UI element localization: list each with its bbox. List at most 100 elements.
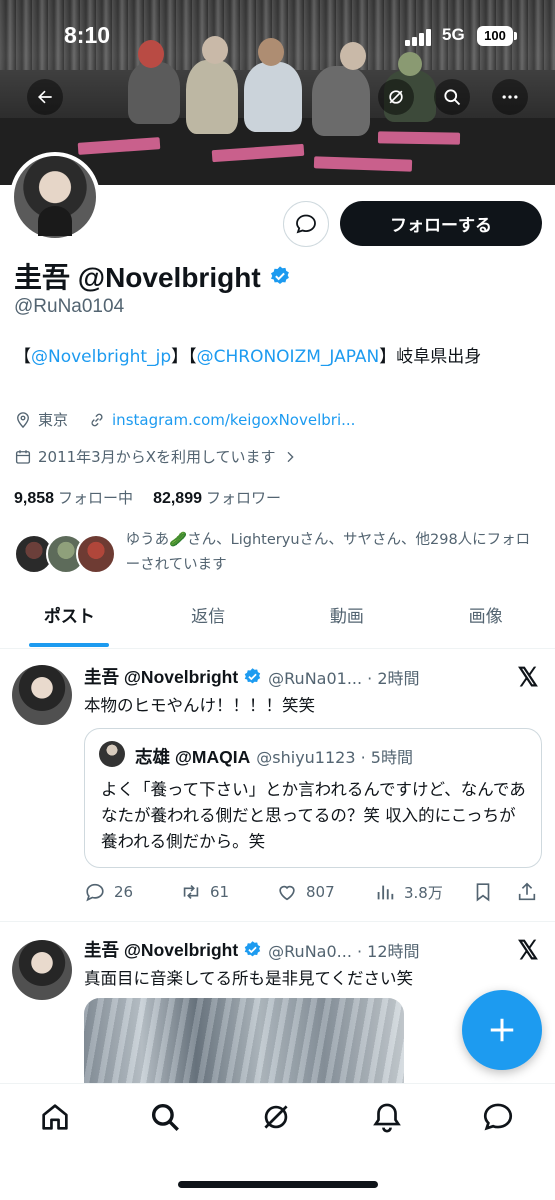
profile-meta: 東京 instagram.com/keigoxNovelbri...	[14, 409, 355, 430]
back-arrow-icon	[38, 90, 52, 104]
banner-person	[186, 60, 238, 134]
banner-person	[128, 62, 180, 124]
quote-handle-time: @shiyu1123 · 5時間	[256, 748, 413, 767]
quoted-post[interactable]: 志雄 @MAQIA @shiyu1123 · 5時間 よく「養って下さい」とか言…	[84, 728, 542, 868]
verified-icon	[244, 941, 261, 957]
like-count: 807	[306, 883, 335, 901]
profile-name-text: 圭吾 @Novelbright	[14, 262, 261, 293]
like-button[interactable]: 807	[276, 881, 335, 903]
followed-by[interactable]: ゆうあ🥒さん、Lighteryuさん、サヤさん、他298人にフォローされています	[14, 528, 544, 578]
bio-suffix: 】岐阜県出身	[379, 347, 482, 367]
views-icon	[377, 885, 394, 900]
reply-button[interactable]: 26	[84, 881, 133, 903]
avatar	[99, 741, 125, 767]
search-icon	[444, 89, 461, 106]
bio-prefix: 【	[14, 347, 31, 367]
calendar-icon	[15, 449, 31, 464]
tab-replies[interactable]: 返信	[139, 595, 278, 648]
compose-button[interactable]	[462, 990, 542, 1070]
x-logo-icon: 𝕏	[517, 662, 539, 692]
compose-icon	[490, 1018, 514, 1042]
views-button[interactable]: 3.8万	[374, 881, 443, 903]
post-header: 圭吾 @Novelbright @RuNa01... · 2時間	[84, 664, 420, 689]
nav-search[interactable]	[148, 1100, 182, 1134]
tab-posts[interactable]: ポスト	[0, 595, 139, 648]
profile-bio: 【@Novelbright_jp】【@CHRONOIZM_JAPAN】岐阜県出身	[14, 344, 544, 370]
post-handle-time: @RuNa01... · 2時間	[268, 668, 420, 688]
grok-button[interactable]	[378, 79, 414, 115]
grok-icon	[389, 90, 403, 104]
network-type: 5G	[442, 25, 465, 44]
battery-icon: 100	[477, 26, 517, 46]
following-count: 9,858	[14, 490, 55, 507]
quote-header: 志雄 @MAQIA @shiyu1123 · 5時間	[135, 744, 413, 769]
followed-by-avatars	[14, 528, 118, 578]
message-button[interactable]	[283, 201, 329, 247]
followed-by-text: ゆうあ🥒さん、Lighteryuさん、サヤさん、他298人にフォローされています	[125, 532, 531, 573]
nav-notifications[interactable]	[370, 1100, 404, 1134]
status-bar: 8:10 5G 100	[0, 18, 555, 54]
notifications-icon	[373, 1103, 401, 1133]
following-count-link[interactable]: 9,858 フォロー中	[14, 487, 133, 508]
profile-website-link[interactable]: instagram.com/keigoxNovelbri...	[112, 411, 355, 429]
followers-count-link[interactable]: 82,899 フォロワー	[153, 487, 281, 508]
followers-count: 82,899	[153, 490, 202, 507]
bio-mention-link[interactable]: @Novelbright_jp	[31, 347, 171, 367]
chevron-right-icon	[287, 451, 294, 462]
message-icon	[296, 214, 316, 234]
like-icon	[279, 885, 295, 901]
banner-person-head	[398, 52, 422, 76]
bookmark-button[interactable]	[472, 881, 502, 903]
status-time: 8:10	[64, 22, 111, 48]
profile-avatar[interactable]	[10, 152, 100, 242]
repost-button[interactable]: 61	[180, 881, 229, 903]
message-icon	[483, 1103, 513, 1131]
follow-button[interactable]: フォローする	[340, 201, 542, 246]
share-button[interactable]	[516, 881, 546, 903]
search-icon	[151, 1103, 179, 1131]
verified-icon[interactable]	[269, 265, 291, 287]
link-icon	[91, 413, 103, 426]
reply-count: 26	[114, 883, 134, 901]
avatar[interactable]	[12, 940, 72, 1000]
banner-person	[312, 66, 370, 136]
avatar	[76, 534, 116, 574]
post-header: 圭吾 @Novelbright @RuNa0... · 12時間	[84, 937, 420, 962]
bio-mention-link[interactable]: @CHRONOIZM_JAPAN	[197, 347, 380, 367]
x-logo-icon: 𝕏	[517, 935, 539, 965]
post-media-image[interactable]	[84, 998, 404, 1084]
following-label: フォロー中	[58, 489, 134, 507]
profile-joined-text: 2011年3月からXを利用しています	[38, 448, 276, 466]
profile-location: 東京	[38, 411, 69, 429]
back-button[interactable]	[27, 79, 63, 115]
search-button[interactable]	[434, 79, 470, 115]
nav-messages[interactable]	[481, 1100, 515, 1134]
post-handle-time: @RuNa0... · 12時間	[268, 941, 420, 961]
tab-photos[interactable]: 画像	[416, 595, 555, 648]
reply-icon	[86, 883, 104, 902]
profile-name: 圭吾 @Novelbright	[14, 256, 291, 296]
location-icon	[17, 411, 29, 428]
profile-joined[interactable]: 2011年3月からXを利用しています	[14, 446, 298, 467]
profile-tabs: ポスト 返信 動画 画像	[0, 595, 555, 649]
avatar[interactable]	[12, 665, 72, 725]
post-author-name: 圭吾 @Novelbright	[84, 940, 239, 960]
banner-sign	[377, 131, 461, 145]
repost-count: 61	[210, 883, 230, 901]
more-icon	[502, 95, 518, 99]
tab-videos[interactable]: 動画	[278, 595, 417, 648]
nav-grok[interactable]	[259, 1100, 293, 1134]
post-text: 本物のヒモやんけ！！！！笑笑	[84, 696, 315, 715]
profile-handle: @RuNa0104	[14, 296, 125, 317]
signal-icon	[405, 28, 435, 46]
verified-icon	[244, 668, 261, 684]
post-actions: 26 61 807 3.8万	[84, 878, 544, 906]
quote-text: よく「養って下さい」とか言われるんですけど、なんであなたが養われる側だと思ってる…	[101, 780, 526, 851]
more-button[interactable]	[492, 79, 528, 115]
grok-icon	[264, 1105, 288, 1129]
bookmark-icon	[476, 883, 490, 902]
quote-author-name: 志雄 @MAQIA	[135, 747, 251, 767]
profile-counts: 9,858 フォロー中 82,899 フォロワー	[14, 487, 281, 508]
nav-home[interactable]	[38, 1100, 72, 1134]
followers-label: フォロワー	[206, 489, 282, 507]
